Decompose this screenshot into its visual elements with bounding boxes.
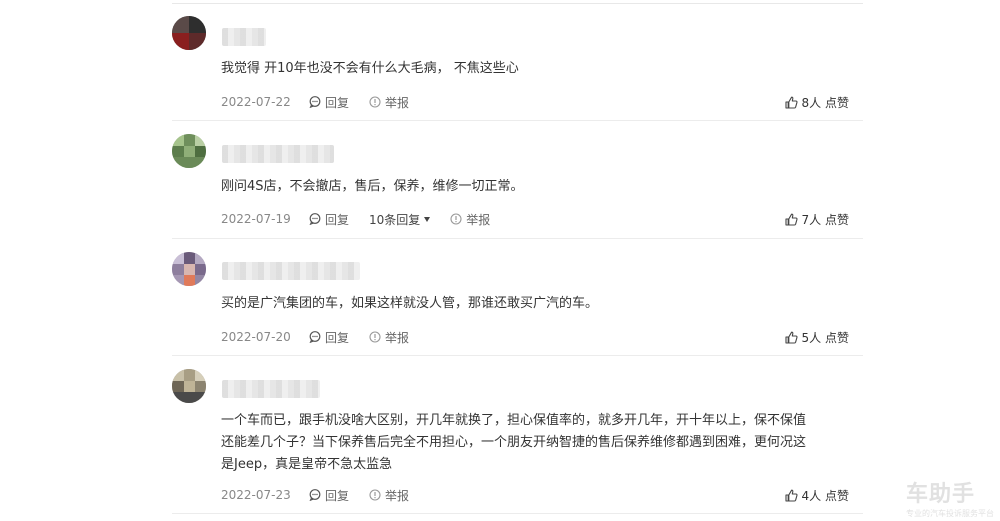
- comment-text: 刚问4S店，不会撤店，售后，保养，维修一切正常。: [221, 179, 524, 194]
- comment-text: 买的是广汽集团的车，如果这样就没人管，那谁还敢买广汽的车。: [221, 296, 599, 311]
- like-count: 4人 点赞: [801, 488, 849, 503]
- reply-label: 回复: [325, 95, 350, 110]
- report-label: 举报: [385, 488, 410, 503]
- report-button[interactable]: 举报: [369, 94, 409, 111]
- comment-date: 2022-07-19: [221, 212, 291, 226]
- comment-meta: 2022-07-20 回复 举报 5人 点赞: [221, 329, 861, 345]
- comment-text: 我觉得 开10年也没不会有什么大毛病， 不焦这些心: [221, 61, 519, 76]
- replies-count: 10条回复: [369, 212, 421, 227]
- reply-button[interactable]: 回复: [309, 329, 349, 346]
- caret-down-icon: [424, 216, 431, 222]
- warning-circle-icon: [369, 96, 381, 108]
- report-label: 举报: [385, 330, 410, 345]
- view-replies-dropdown[interactable]: 10条回复: [369, 211, 431, 228]
- thumbs-up-icon: [784, 331, 798, 344]
- avatar[interactable]: [172, 369, 206, 403]
- username-blurred[interactable]: [222, 262, 360, 280]
- comment-date: 2022-07-23: [221, 488, 291, 502]
- speech-bubble-icon: [309, 213, 321, 225]
- like-count: 5人 点赞: [801, 330, 849, 345]
- reply-label: 回复: [325, 212, 350, 227]
- watermark-main: 车助手: [906, 482, 976, 507]
- report-label: 举报: [385, 95, 410, 110]
- thumbs-up-icon: [784, 96, 798, 109]
- report-button[interactable]: 举报: [369, 487, 409, 504]
- comment-meta: 2022-07-19 回复 10条回复 举报 7人 点赞: [221, 211, 861, 227]
- reply-label: 回复: [325, 488, 350, 503]
- comment-divider: [172, 513, 863, 514]
- report-label: 举报: [466, 212, 491, 227]
- comment-date: 2022-07-20: [221, 330, 291, 344]
- avatar[interactable]: [172, 16, 206, 50]
- comment-meta: 2022-07-23 回复 举报 4人 点赞: [221, 487, 861, 503]
- warning-circle-icon: [369, 331, 381, 343]
- warning-circle-icon: [369, 489, 381, 501]
- avatar[interactable]: [172, 252, 206, 286]
- username-blurred[interactable]: [222, 28, 266, 46]
- thumbs-up-icon: [784, 213, 798, 226]
- like-button[interactable]: 8人 点赞: [784, 94, 849, 111]
- comment-divider: [172, 120, 863, 121]
- avatar[interactable]: [172, 134, 206, 168]
- like-count: 7人 点赞: [801, 212, 849, 227]
- comment-text: 一个车而已，跟手机没啥大区别，开几年就换了，担心保值率的，就多开几年，开十年以上…: [221, 413, 807, 472]
- report-button[interactable]: 举报: [450, 211, 490, 228]
- reply-button[interactable]: 回复: [309, 94, 349, 111]
- comment-divider: [172, 355, 863, 356]
- speech-bubble-icon: [309, 96, 321, 108]
- comment-meta: 2022-07-22 回复 举报 8人 点赞: [221, 94, 861, 110]
- comment-date: 2022-07-22: [221, 95, 291, 109]
- top-divider: [172, 3, 863, 4]
- reply-button[interactable]: 回复: [309, 487, 349, 504]
- like-button[interactable]: 5人 点赞: [784, 329, 849, 346]
- watermark-logo: 车助手 专业的汽车投诉服务平台: [906, 476, 994, 519]
- comment-divider: [172, 238, 863, 239]
- reply-button[interactable]: 回复: [309, 211, 349, 228]
- like-button[interactable]: 4人 点赞: [784, 487, 849, 504]
- speech-bubble-icon: [309, 331, 321, 343]
- report-button[interactable]: 举报: [369, 329, 409, 346]
- watermark-sub: 专业的汽车投诉服务平台: [906, 509, 994, 518]
- speech-bubble-icon: [309, 489, 321, 501]
- warning-circle-icon: [450, 213, 462, 225]
- username-blurred[interactable]: [222, 380, 320, 398]
- reply-label: 回复: [325, 330, 350, 345]
- thumbs-up-icon: [784, 489, 798, 502]
- username-blurred[interactable]: [222, 145, 334, 163]
- like-button[interactable]: 7人 点赞: [784, 211, 849, 228]
- like-count: 8人 点赞: [801, 95, 849, 110]
